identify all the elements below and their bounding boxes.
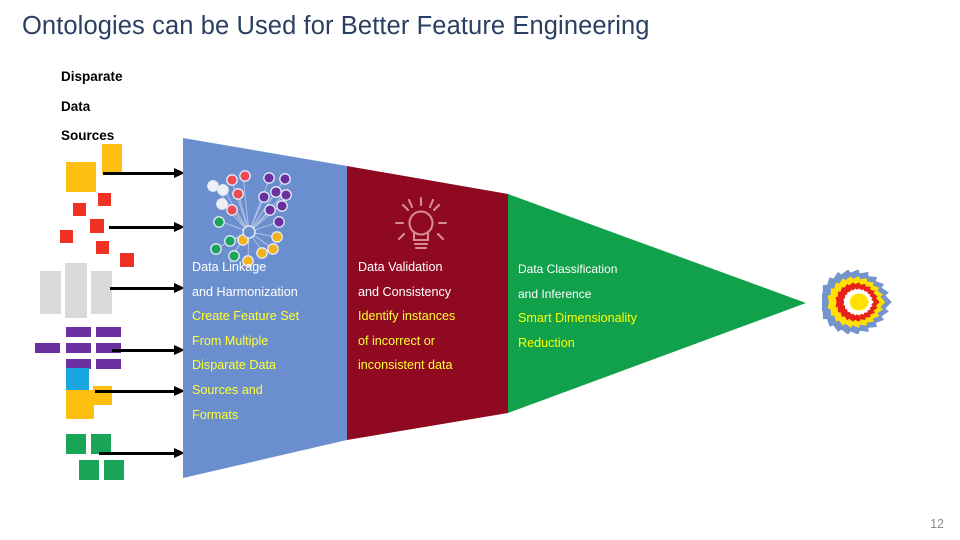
funnel-green-header-line-2: and Inference: [518, 286, 592, 301]
funnel-red-body-line-1: Identify instances: [358, 309, 456, 324]
lightbulb-icon: [394, 196, 448, 250]
source-label-line-2: Data: [61, 98, 91, 114]
funnel-green-header-line-1: Data Classification: [518, 262, 618, 276]
page-title: Ontologies can be Used for Better Featur…: [22, 12, 650, 40]
funnel-blue-header-line-2: and Harmonization: [192, 284, 298, 299]
funnel-blue-body-line-1: Create Feature Set: [192, 309, 300, 324]
funnel-red-body-line-3: inconsistent data: [358, 358, 453, 373]
page-number: 12: [930, 517, 944, 531]
funnel-blue-header-line-1: Data Linkage: [192, 260, 267, 274]
source-label-line-1: Disparate: [61, 69, 123, 84]
funnel-text-green: Data Classification and Inference Smart …: [518, 257, 637, 355]
funnel-blue-body-line-4: Sources and: [192, 382, 263, 397]
gray-bars-icon: [40, 263, 112, 318]
flow-arrow-3: [110, 283, 185, 294]
funnel-blue-body-line-5: Formats: [192, 407, 239, 422]
funnel-blue-body-line-2: From Multiple: [192, 333, 269, 348]
funnel-red-header-line-2: and Consistency: [358, 284, 452, 299]
funnel-red-header-line-1: Data Validation: [358, 260, 443, 274]
funnel-text-blue: Data Linkage and Harmonization Create Fe…: [192, 255, 299, 427]
starburst-icon: [822, 270, 892, 334]
funnel-red-body-line-2: of incorrect or: [358, 333, 435, 348]
disparate-data-sources-label: Disparate Data Sources: [61, 62, 123, 151]
funnel-text-red: Data Validation and Consistency Identify…: [358, 255, 455, 378]
funnel-green-body-line-2: Reduction: [518, 335, 575, 350]
funnel-blue-body-line-3: Disparate Data: [192, 358, 276, 373]
flow-arrow-2: [109, 222, 185, 233]
flow-arrow-4: [112, 345, 185, 356]
flow-arrow-6: [99, 448, 185, 459]
flow-arrow-5: [95, 386, 185, 397]
flow-arrow-1: [103, 168, 185, 179]
funnel-green-body-line-1: Smart Dimensionality: [518, 311, 637, 326]
funnel-diagram: [183, 138, 806, 478]
purple-bars-icon: [30, 327, 121, 369]
network-graph-icon: [207, 170, 292, 267]
